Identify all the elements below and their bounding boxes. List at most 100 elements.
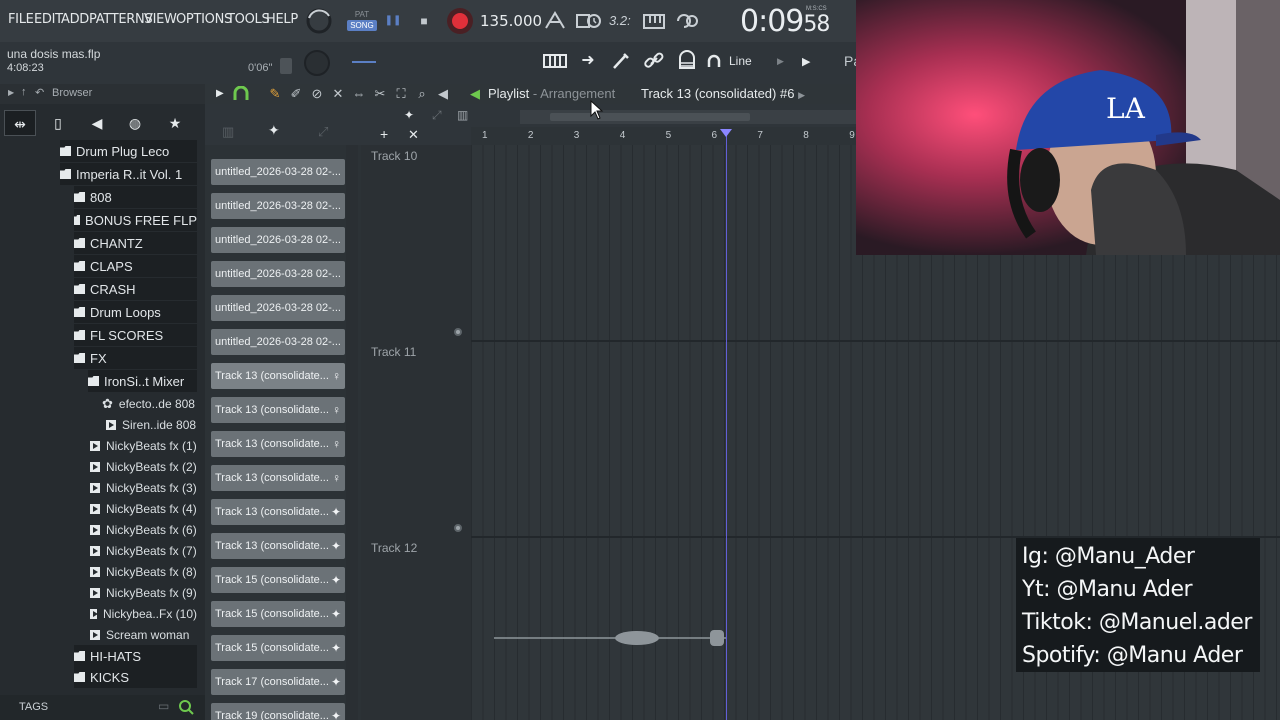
clip-item[interactable]: untitled_2026-03-28 02-... (211, 227, 345, 253)
menu-tools[interactable]: TOOLS (227, 12, 270, 27)
pause-button[interactable]: ❚❚ (382, 10, 404, 32)
clip-item[interactable]: untitled_2026-03-28 02-... (211, 329, 345, 355)
pat-song-toggle[interactable]: PAT SONG (347, 9, 377, 33)
browser-folder[interactable]: FX (74, 347, 197, 369)
add-track-icon[interactable]: + (380, 126, 388, 142)
expand-icon[interactable]: ▶ (8, 88, 14, 97)
pattern-clip-icon[interactable]: ▥ (457, 108, 468, 122)
tempo-display[interactable]: 135.000 (480, 12, 542, 30)
browser-file[interactable]: Siren..ide 808 (106, 414, 197, 436)
tab-favorites-icon[interactable]: ★ (159, 110, 191, 136)
snap-arrow-icon[interactable]: ▶ (777, 56, 784, 67)
menu-patterns[interactable]: PATTERNS (89, 12, 153, 27)
paint-tool-icon[interactable]: ✐ (285, 83, 307, 105)
picker-audio-icon[interactable]: ✦ (268, 122, 280, 139)
tab-project-icon[interactable]: ▯ (42, 110, 74, 136)
clip-item[interactable]: Track 15 (consolidate... ✦ (211, 567, 345, 593)
piano-icon[interactable] (642, 10, 666, 32)
master-volume-knob[interactable] (304, 50, 330, 76)
browser-file[interactable]: NickyBeats fx (7) (90, 540, 197, 562)
menu-view[interactable]: VIEW (144, 12, 177, 27)
select-tool-icon[interactable]: ⛶ (390, 83, 412, 105)
browser-file[interactable]: ✿ efecto..de 808 (102, 393, 197, 415)
menu-options[interactable]: OPTIONS (176, 12, 232, 27)
menu-help[interactable]: HELP (266, 12, 298, 27)
slip-tool-icon[interactable]: ⇔ (348, 83, 370, 105)
clip-list-scrollbar[interactable] (346, 145, 358, 720)
track-header-10[interactable]: Track 10 (371, 149, 417, 163)
tab-online-icon[interactable]: ◍ (119, 110, 151, 136)
slice-tool-icon[interactable]: ✂ (369, 83, 391, 105)
browser-file[interactable]: NickyBeats fx (1) (90, 435, 197, 457)
track-11-mute-dot[interactable] (454, 524, 462, 532)
magnet-icon[interactable] (706, 54, 722, 70)
search-icon[interactable] (178, 699, 194, 715)
track-header-12[interactable]: Track 12 (371, 541, 417, 555)
browser-folder[interactable]: KICKS (74, 666, 197, 688)
browser-folder[interactable]: CLAPS (74, 255, 197, 277)
tab-all[interactable]: ⇹ (4, 110, 36, 136)
current-track-selector[interactable]: Track 13 (consolidated) #6 ▶ (641, 86, 805, 101)
track-header-11[interactable]: Track 11 (371, 345, 416, 359)
menu-edit[interactable]: EDIT (34, 12, 63, 27)
browser-folder[interactable]: Imperia R..it Vol. 1 (60, 163, 197, 185)
browser-file[interactable]: NickyBeats fx (6) (90, 519, 197, 541)
picker-automation-icon[interactable]: ⤢ (318, 124, 328, 140)
clip-item[interactable]: Track 13 (consolidate... ✦ (211, 499, 345, 525)
draw-tool-icon[interactable] (610, 50, 632, 72)
back-icon[interactable]: ↶ (35, 86, 44, 99)
browser-file[interactable]: NickyBeats fx (4) (90, 498, 197, 520)
audio-clip-waveform[interactable] (494, 630, 726, 646)
clip-item[interactable]: Track 13 (consolidate... ✦ (211, 533, 345, 559)
clip-item[interactable]: Track 13 (consolidate... ♀ (211, 397, 345, 423)
clip-item[interactable]: untitled_2026-03-28 02-... (211, 193, 345, 219)
clip-item[interactable]: untitled_2026-03-28 02-... (211, 159, 345, 185)
clip-item[interactable]: untitled_2026-03-28 02-... (211, 261, 345, 287)
up-arrow-icon[interactable]: ↑ (21, 86, 27, 98)
record-button[interactable] (447, 8, 473, 34)
browser-folder[interactable]: FL SCORES (74, 324, 197, 346)
browser-folder[interactable]: CHANTZ (74, 232, 197, 254)
clip-item[interactable]: Track 13 (consolidate... ♀ (211, 431, 345, 457)
picker-patterns-icon[interactable]: ▥ (222, 124, 234, 140)
browser-folder[interactable]: 808 (74, 186, 197, 208)
remove-track-icon[interactable]: ✕ (408, 127, 419, 143)
metronome-icon[interactable] (543, 10, 567, 32)
pitch-slider[interactable] (352, 61, 376, 63)
playhead-marker[interactable] (720, 129, 732, 137)
browser-folder[interactable]: IronSi..t Mixer (88, 370, 197, 392)
browser-file[interactable]: NickyBeats fx (3) (90, 477, 197, 499)
step-sequencer-icon[interactable] (542, 52, 568, 72)
loop-record-icon[interactable] (675, 10, 699, 32)
playhead[interactable] (726, 130, 727, 720)
scroll-thumb[interactable] (550, 113, 750, 121)
browser-folder[interactable]: CRASH (74, 278, 197, 300)
wait-input-icon[interactable] (576, 10, 602, 32)
timeline-ruler[interactable]: 1 2 3 4 5 6 7 8 9 (471, 127, 856, 145)
clip-item[interactable]: Track 13 (consolidate... ♀ (211, 363, 345, 389)
clip-item[interactable]: Track 17 (consolidate... ✦ (211, 669, 345, 695)
mute-tool-icon[interactable]: ✕ (327, 83, 349, 105)
clip-item[interactable]: Track 13 (consolidate... ♀ (211, 465, 345, 491)
menu-add[interactable]: ADD (61, 12, 89, 27)
browser-file[interactable]: Scream woman (90, 624, 197, 646)
meter-display[interactable]: 3.2: (609, 13, 631, 28)
playlist-menu-arrow-icon[interactable]: ▶ (216, 88, 224, 99)
clip-item[interactable]: Track 15 (consolidate... ✦ (211, 635, 345, 661)
playback-tool-icon[interactable]: ◀ (432, 83, 454, 105)
tab-plugins-icon[interactable]: ◀ (81, 110, 113, 136)
master-slider-icon[interactable] (280, 58, 292, 74)
folder-icon[interactable]: ▭ (158, 699, 169, 713)
arrow-right-icon[interactable]: ➜ (577, 50, 599, 72)
clip-item[interactable]: Track 19 (consolidate... ✦ (211, 703, 345, 720)
menu-file[interactable]: FILE (8, 12, 34, 27)
browser-folder[interactable]: Drum Plug Leco (60, 140, 197, 162)
link-icon[interactable] (643, 50, 665, 72)
expand-arrow-icon[interactable]: ▶ (802, 55, 810, 68)
playlist-scrollbar[interactable] (520, 110, 856, 124)
clip-item[interactable]: Track 15 (consolidate... ✦ (211, 601, 345, 627)
snap-mode-label[interactable]: Line (729, 54, 752, 68)
browser-folder[interactable]: Drum Loops (74, 301, 197, 323)
delete-tool-icon[interactable]: ⊘ (306, 83, 328, 105)
track-10-mute-dot[interactable] (454, 328, 462, 336)
